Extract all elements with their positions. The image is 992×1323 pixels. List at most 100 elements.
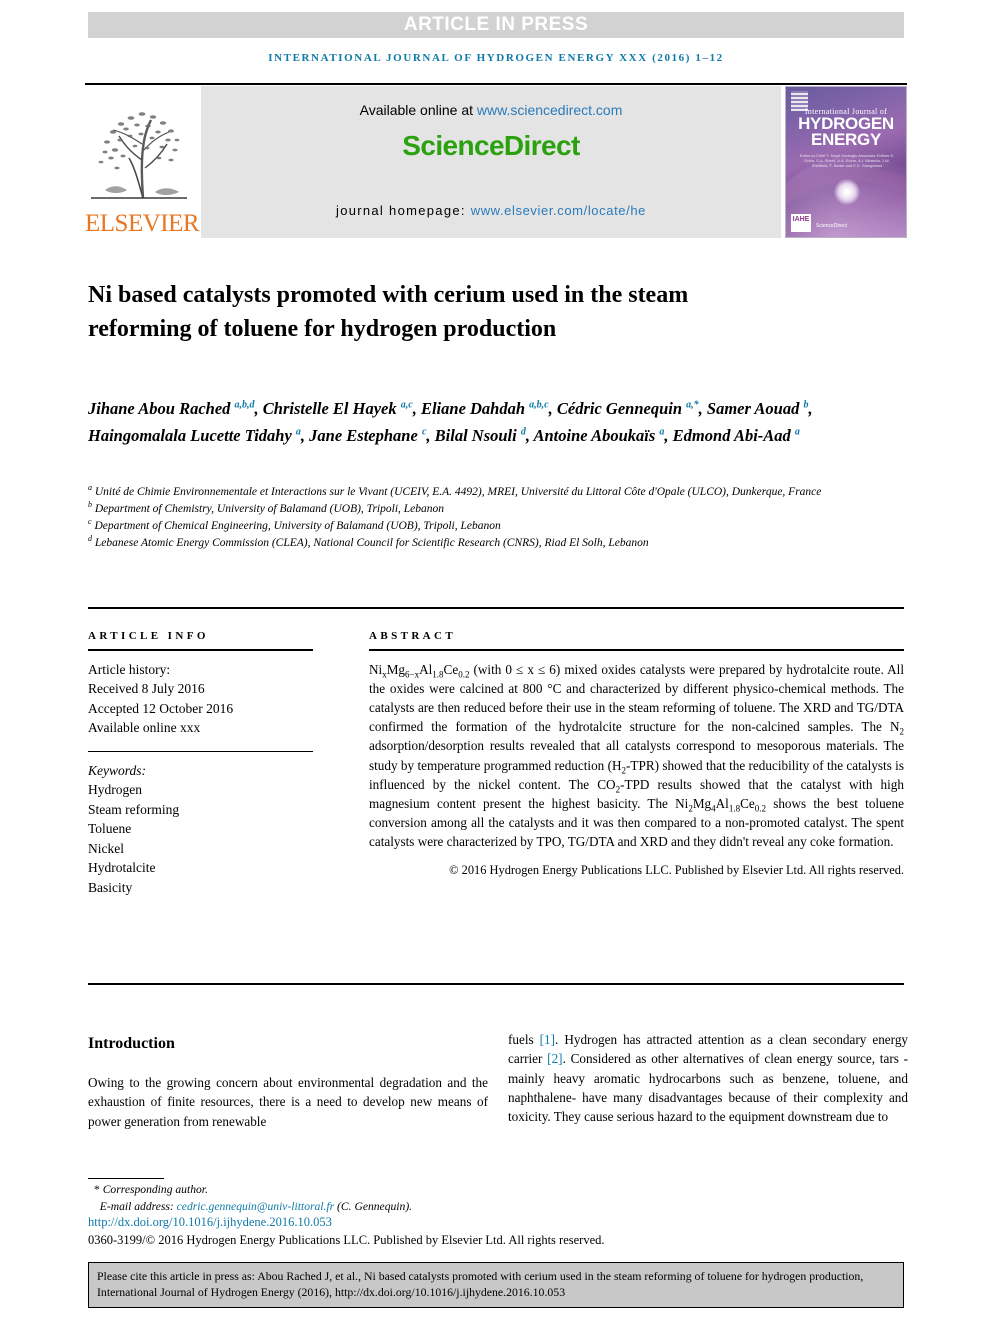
reference-link-1[interactable]: [1] [540,1032,555,1047]
cite-this-article-box: Please cite this article in press as: Ab… [88,1262,904,1308]
article-page: ARTICLE IN PRESS INTERNATIONAL JOURNAL O… [0,0,992,1323]
author-affiliation-mark: c [421,426,427,438]
article-info-heading: ARTICLE INFO [88,630,209,642]
asterisk-icon: * [94,1183,103,1196]
author-name: Bilal Nsouli [434,426,521,445]
corresponding-author-text: Corresponding author. [102,1183,208,1196]
author-name: Antoine Aboukaïs [533,426,660,445]
keyword-item: Basicity [88,879,133,895]
affiliation-item: c Department of Chemical Engineering, Un… [88,517,501,532]
sciencedirect-url-link[interactable]: www.sciencedirect.com [477,102,623,118]
available-online-label: Available online at [359,102,477,118]
keyword-item: Nickel [88,840,124,856]
reference-link-2[interactable]: [2] [547,1051,562,1066]
info-section-rule [88,607,904,609]
author-name: Jihane Abou Rached [88,399,235,418]
header-rule [85,83,907,85]
affiliation-item: d Lebanese Atomic Energy Commission (CLE… [88,534,649,549]
affiliation-list: a Unité de Chimie Environnementale et In… [88,484,878,552]
author-affiliation-mark: a,c [400,399,413,411]
journal-homepage-link[interactable]: www.elsevier.com/locate/he [471,203,646,218]
introduction-left-column: Introduction Owing to the growing concer… [88,1035,488,1131]
abstract-heading: ABSTRACT [369,630,457,642]
cover-editors-text: Editor-in-Chief T. Nejat Veziroğlu Assoc… [799,153,895,168]
abstract-copyright: © 2016 Hydrogen Energy Publications LLC.… [449,862,904,877]
journal-homepage-line: journal homepage: www.elsevier.com/locat… [336,203,646,218]
corresponding-author-note: * Corresponding author. [88,1182,588,1199]
author-affiliation-mark: a [295,426,301,438]
journal-running-head: INTERNATIONAL JOURNAL OF HYDROGEN ENERGY… [268,52,724,64]
affiliation-mark: c [88,517,92,527]
author-name: Samer Aouad [706,399,804,418]
journal-cover-thumbnail: International Journal of HYDROGEN ENERGY… [785,86,907,238]
author-affiliation-mark: a [659,426,665,438]
article-info-divider [88,649,313,651]
keywords-block: Keywords: Hydrogen Steam reforming Toluene… [88,761,313,898]
keywords-divider [88,750,313,752]
introduction-heading: Introduction [88,1035,175,1052]
affiliation-item: a Unité de Chimie Environnementale et In… [88,483,822,498]
author-name: Haingomalala Lucette Tidahy [88,426,296,445]
footnote-rule [88,1178,164,1179]
keyword-item: Hydrogen [88,782,142,797]
issn-copyright-line: 0360-3199/© 2016 Hydrogen Energy Publica… [88,1233,605,1247]
email-note: E-mail address: cedric.gennequin@univ-li… [88,1199,588,1216]
catalyst-formula-best: Ni2Mg4Al1.8Ce0.2 [675,795,766,814]
article-in-press-banner: ARTICLE IN PRESS [88,12,904,38]
introduction-paragraph-right: fuels [1]. Hydrogen has attracted attent… [508,1032,909,1125]
elsevier-wordmark: ELSEVIER [85,210,200,237]
elsevier-tree-icon [91,112,187,199]
affiliation-mark: d [88,534,92,544]
accepted-date: Accepted 12 October 2016 [88,700,234,716]
author-affiliation-mark: b [803,399,809,411]
introduction-paragraph-left: Owing to the growing concern about envir… [88,1075,488,1129]
available-online-date: Available online xxx [88,720,201,735]
doi-link[interactable]: http://dx.doi.org/10.1016/j.ijhydene.201… [88,1215,332,1230]
cover-iahe-badge: IAHE [791,214,811,232]
article-history-block: Article history: Received 8 July 2016 Ac… [88,660,313,738]
author-affiliation-mark: d [520,426,526,438]
author-name: Christelle El Hayek [262,399,401,418]
author-name: Jane Estephane [309,426,422,445]
author-name: Cédric Gennequin [556,399,687,418]
introduction-right-column: fuels [1]. Hydrogen has attracted attent… [508,1030,908,1126]
email-suffix: (C. Gennequin). [334,1199,413,1213]
catalyst-formula-general: NixMg6−xAl1.8Ce0.2 [369,661,470,680]
journal-homepage-label: journal homepage: [336,203,471,218]
received-date: Received 8 July 2016 [88,681,205,696]
article-info-column: ARTICLE INFO Article history: Received 8… [88,630,313,897]
affiliation-mark: b [88,500,92,510]
author-affiliation-mark: a,b,c [529,399,549,411]
keyword-item: Toluene [88,821,132,836]
sciencedirect-panel: Available online at www.sciencedirect.co… [201,86,781,238]
author-affiliation-mark: a,* [686,399,699,411]
abstract-column: ABSTRACT NixMg6−xAl1.8Ce0.2 (with 0 ≤ x … [369,630,904,878]
cover-sciencedirect-label: ScienceDirect [816,223,847,229]
keyword-item: Steam reforming [88,801,180,817]
keyword-list: Hydrogen Steam reforming Toluene Nickel Hydr… [88,780,313,897]
available-online-line: Available online at www.sciencedirect.co… [360,102,623,118]
affiliation-mark: a [88,483,92,493]
keyword-item: Hydrotalcite [88,860,156,875]
elsevier-logo: ELSEVIER [85,86,200,238]
article-history-label: Article history: [88,661,171,677]
sciencedirect-wordmark: ScienceDirect [402,130,580,161]
author-list: Jihane Abou Rached a,b,d, Christelle El … [88,399,813,445]
sciencedirect-masthead: ELSEVIER Available online at www.science… [85,86,907,238]
email-label: E-mail address: [99,1199,177,1213]
author-affiliation-mark: a,b,d [234,399,255,411]
article-title: Ni based catalysts promoted with cerium … [88,282,689,343]
footnote-block: * Corresponding author. E-mail address: … [88,1182,588,1215]
cover-title-line3: ENERGY [811,130,881,149]
introduction-rule [88,983,904,985]
email-link[interactable]: cedric.gennequin@univ-littoral.fr [177,1200,335,1213]
author-affiliation-mark: a [794,426,800,438]
author-name: Edmond Abi-Aad [672,426,795,445]
article-in-press-label: ARTICLE IN PRESS [403,14,589,35]
affiliation-item: b Department of Chemistry, University of… [88,500,445,515]
cover-glow-icon [834,179,860,205]
abstract-divider [369,649,904,651]
author-name: Eliane Dahdah [420,399,530,418]
keywords-label: Keywords: [88,762,146,778]
abstract-text: NixMg6−xAl1.8Ce0.2 (with 0 ≤ x ≤ 6) mixe… [369,661,904,850]
